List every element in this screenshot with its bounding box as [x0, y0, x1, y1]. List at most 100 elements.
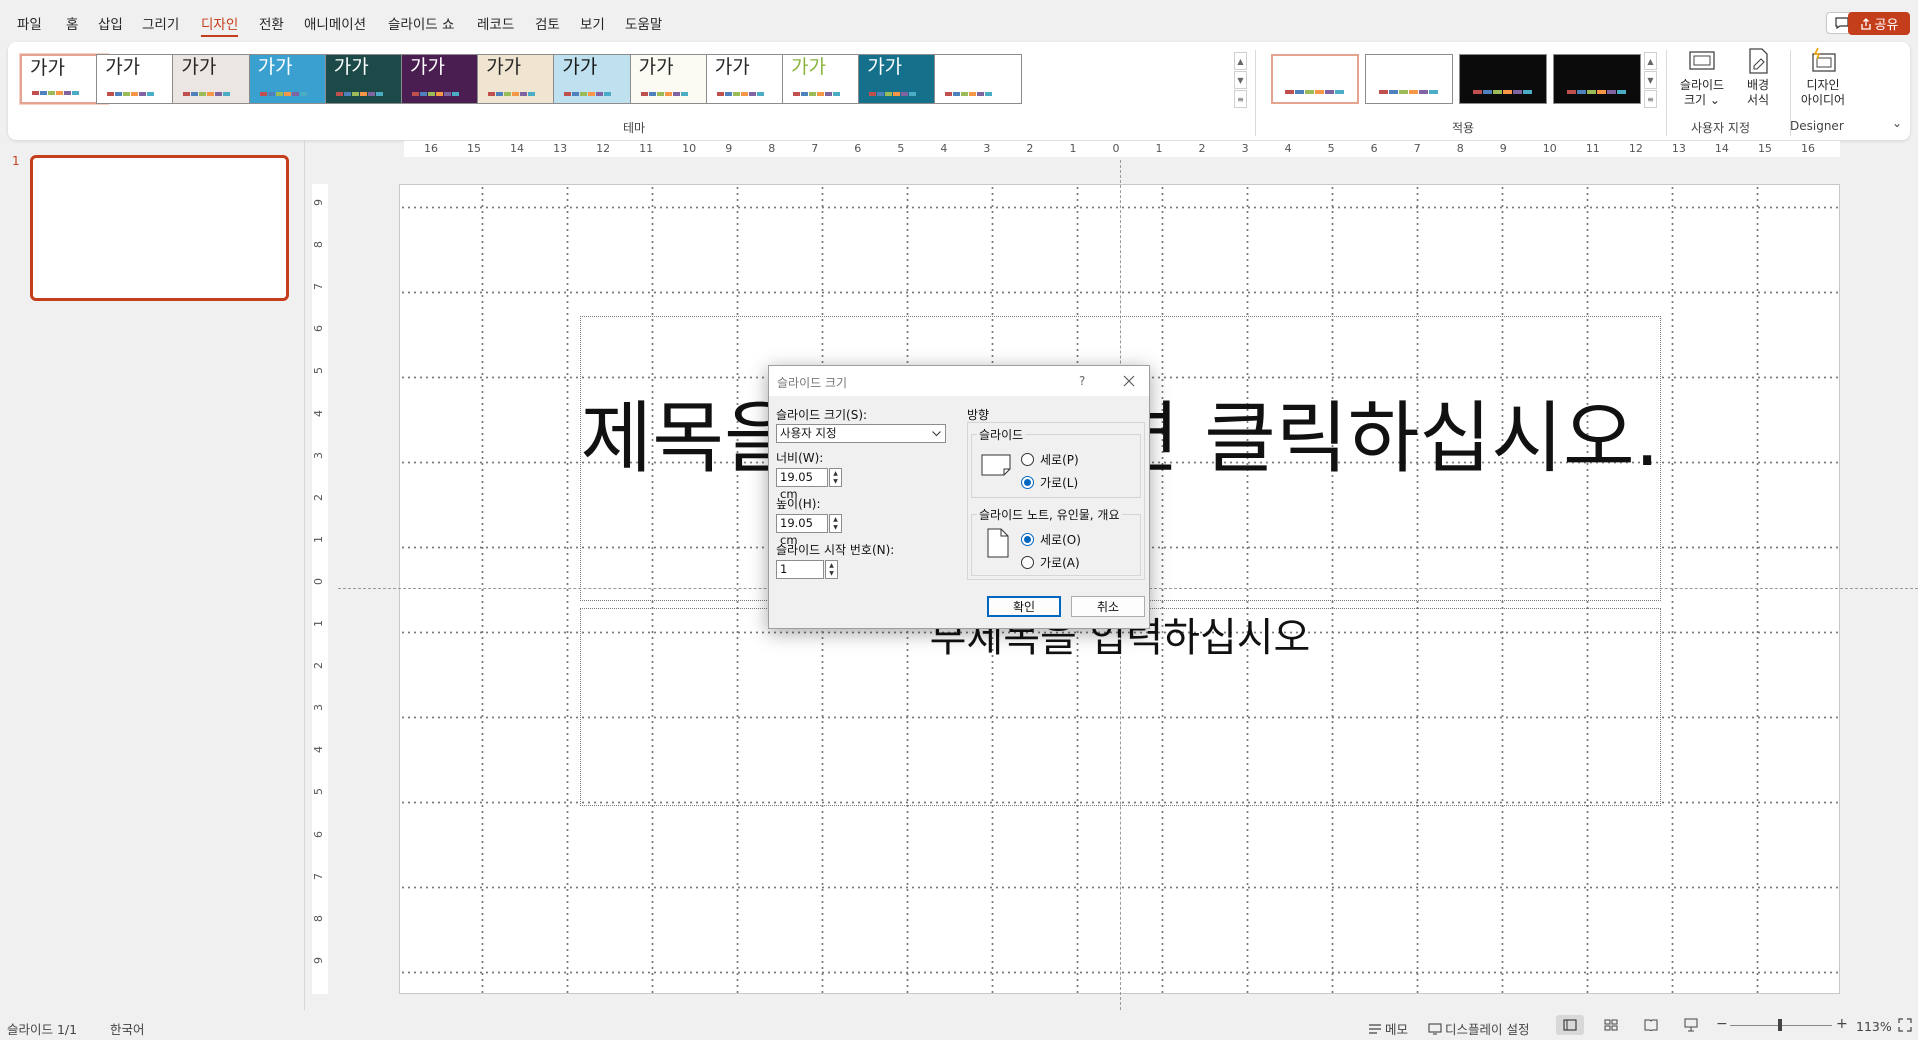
- theme-thumbnail-13[interactable]: [934, 54, 1023, 104]
- ruler-tick-label: 1: [312, 620, 325, 628]
- ruler-tick-label: 7: [811, 142, 819, 155]
- status-bar: 슬라이드 1/1 한국어 메모 디스플레이 설정 − + 113%: [0, 1010, 1918, 1040]
- menu-record[interactable]: 레코드: [477, 13, 514, 33]
- theme-thumbnail-10[interactable]: 가가: [705, 54, 794, 104]
- menu-view[interactable]: 보기: [580, 13, 605, 33]
- slide-size-button[interactable]: 슬라이드 크기 ⌄: [1672, 46, 1732, 108]
- format-background-button[interactable]: 배경 서식: [1734, 46, 1782, 108]
- ruler-tick-label: 0: [1112, 142, 1120, 155]
- reading-view-icon[interactable]: [1644, 1019, 1658, 1031]
- cancel-button[interactable]: 취소: [1071, 596, 1145, 617]
- theme-thumbnail-7[interactable]: 가가: [477, 54, 566, 104]
- theme-thumbnail-4[interactable]: 가가: [248, 54, 337, 104]
- slides-landscape-radio[interactable]: 가로(L): [1021, 474, 1078, 491]
- theme-thumbnail-9[interactable]: 가가: [629, 54, 718, 104]
- menu-design[interactable]: 디자인: [201, 13, 239, 37]
- ok-button[interactable]: 확인: [987, 596, 1061, 617]
- share-button[interactable]: 공유: [1848, 12, 1910, 35]
- variant-scroll-up[interactable]: ▲: [1644, 52, 1657, 70]
- slides-portrait-label: 세로(P): [1040, 453, 1079, 467]
- notes-landscape-radio[interactable]: 가로(A): [1021, 554, 1080, 571]
- variant-scroll-down[interactable]: ▼: [1644, 71, 1657, 89]
- variant-palette: [1567, 90, 1626, 94]
- width-spinner[interactable]: ▲ ▼: [829, 468, 842, 487]
- theme-color-bars: [564, 92, 612, 96]
- menu-slideshow[interactable]: 슬라이드 쇼: [388, 13, 454, 33]
- width-input[interactable]: 19.05 cm: [776, 468, 828, 501]
- dialog-titlebar[interactable]: 슬라이드 크기 ?: [769, 366, 1149, 396]
- theme-color-bars: [335, 92, 383, 96]
- theme-thumbnail-11[interactable]: 가가: [782, 54, 870, 104]
- theme-thumbnail-3[interactable]: 가가: [172, 54, 261, 104]
- variant-more[interactable]: ≡: [1644, 90, 1657, 108]
- menu-home[interactable]: 홈: [66, 13, 78, 33]
- zoom-in-button[interactable]: +: [1836, 1016, 1848, 1032]
- close-icon[interactable]: [1123, 375, 1135, 387]
- gallery-scroll-up[interactable]: ▲: [1234, 52, 1247, 70]
- theme-sample-text: 가가: [333, 56, 369, 78]
- gallery-scroll-down[interactable]: ▼: [1234, 71, 1247, 89]
- zoom-slider-thumb[interactable]: [1778, 1019, 1782, 1031]
- slide-number: 1: [12, 154, 20, 168]
- ruler-tick-label: 9: [312, 199, 325, 206]
- theme-thumbnail-1[interactable]: 가가: [20, 54, 108, 104]
- notes-group-label: 슬라이드 노트, 유인물, 개요: [977, 506, 1122, 523]
- ruler-tick-label: 15: [1757, 142, 1772, 155]
- collapse-ribbon-chevron-icon[interactable]: ⌄: [1892, 116, 1902, 130]
- theme-sample-text: 가가: [714, 56, 750, 78]
- ruler-tick-label: 13: [1671, 142, 1686, 155]
- slideshow-icon[interactable]: [1684, 1018, 1698, 1032]
- notes-button[interactable]: 메모: [1368, 1019, 1408, 1038]
- start-number-spinner[interactable]: ▲ ▼: [825, 560, 838, 579]
- theme-thumbnail-2[interactable]: 가가: [96, 54, 185, 104]
- ruler-tick-label: 9: [312, 956, 325, 964]
- designer-button[interactable]: 디자인 아이디어: [1792, 46, 1854, 108]
- variant-4[interactable]: [1553, 54, 1641, 104]
- display-settings-button[interactable]: 디스플레이 설정: [1428, 1019, 1529, 1038]
- fit-to-window-icon[interactable]: [1898, 1018, 1912, 1032]
- variant-3[interactable]: [1459, 54, 1547, 104]
- ruler-tick-label: 3: [312, 704, 325, 712]
- landscape-page-icon: [981, 454, 1011, 476]
- menu-review[interactable]: 검토: [535, 13, 560, 33]
- normal-view-button[interactable]: [1556, 1015, 1584, 1035]
- variant-1[interactable]: [1271, 54, 1359, 104]
- slide-sorter-icon[interactable]: [1604, 1019, 1618, 1031]
- ruler-tick-label: 2: [312, 662, 325, 670]
- theme-thumbnail-6[interactable]: 가가: [401, 54, 489, 104]
- ruler-tick-label: 4: [940, 142, 948, 155]
- start-number-input[interactable]: 1: [776, 560, 824, 579]
- ruler-tick-label: 6: [1370, 142, 1378, 155]
- share-icon: [1860, 17, 1871, 30]
- gallery-more[interactable]: ≡: [1234, 90, 1247, 108]
- theme-thumbnail-12[interactable]: 가가: [858, 54, 947, 104]
- height-input[interactable]: 19.05 cm: [776, 514, 828, 547]
- notes-portrait-label: 세로(O): [1040, 533, 1081, 547]
- ruler-tick-label: 5: [897, 142, 905, 155]
- slides-portrait-radio[interactable]: 세로(P): [1021, 451, 1079, 468]
- menu-insert[interactable]: 삽입: [98, 13, 123, 33]
- display-settings-label: 디스플레이 설정: [1445, 1022, 1530, 1037]
- slide-size-select[interactable]: 사용자 지정: [776, 424, 946, 443]
- height-spinner[interactable]: ▲ ▼: [829, 514, 842, 533]
- slide-thumbnail[interactable]: [30, 155, 289, 301]
- ruler-tick-label: 11: [1585, 142, 1600, 155]
- help-button[interactable]: ?: [1079, 374, 1085, 388]
- theme-thumbnail-5[interactable]: 가가: [324, 54, 413, 104]
- menu-draw[interactable]: 그리기: [142, 13, 179, 33]
- menu-file[interactable]: 파일: [17, 13, 42, 33]
- variant-2[interactable]: [1365, 54, 1453, 104]
- ruler-tick-label: 13: [553, 142, 568, 155]
- height-label: 높이(H):: [776, 497, 821, 511]
- variant-palette: [1473, 90, 1532, 94]
- ruler-tick-label: 6: [854, 142, 862, 155]
- language-indicator[interactable]: 한국어: [110, 1019, 145, 1038]
- menu-help[interactable]: 도움말: [625, 13, 662, 33]
- theme-thumbnail-8[interactable]: 가가: [553, 54, 642, 104]
- zoom-out-button[interactable]: −: [1716, 1016, 1728, 1032]
- menu-transitions[interactable]: 전환: [259, 13, 284, 33]
- notes-portrait-radio[interactable]: 세로(O): [1021, 531, 1081, 548]
- menu-animations[interactable]: 애니메이션: [304, 13, 366, 33]
- zoom-level[interactable]: 113%: [1856, 1019, 1892, 1034]
- width-label: 너비(W):: [776, 451, 824, 465]
